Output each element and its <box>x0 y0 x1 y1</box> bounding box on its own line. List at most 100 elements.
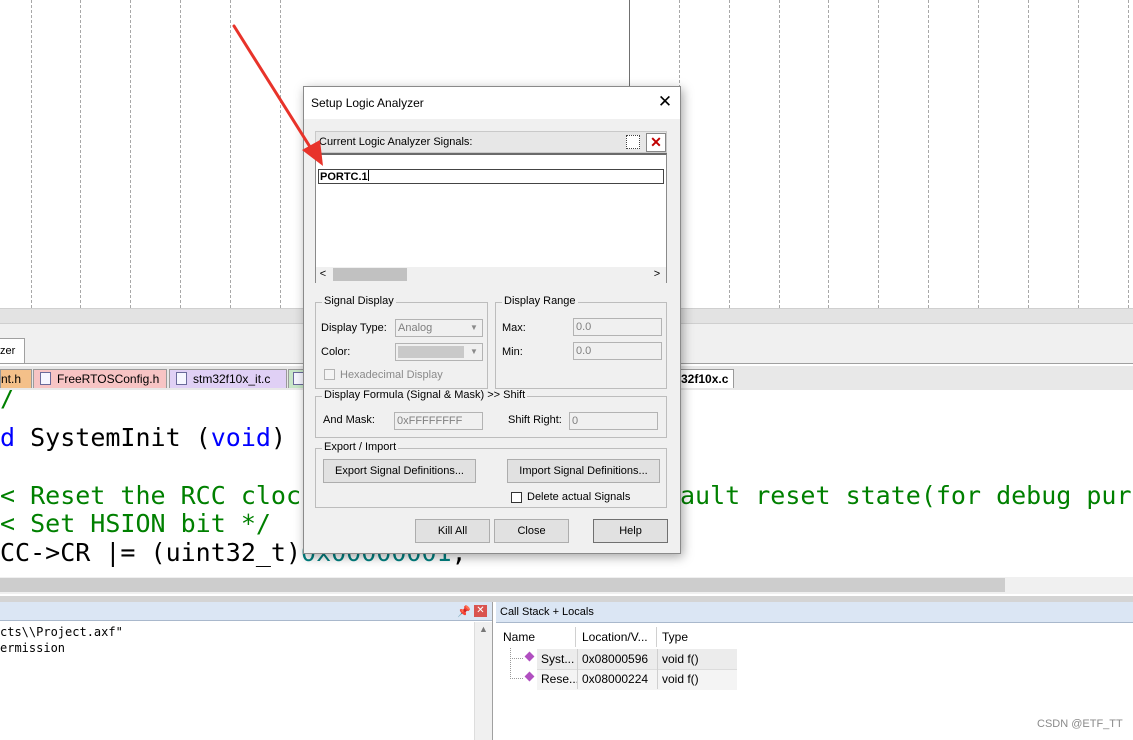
close-button[interactable]: Close <box>494 519 569 543</box>
setup-logic-analyzer-dialog: Setup Logic Analyzer ✕ Current Logic Ana… <box>303 86 681 554</box>
delete-actual-signals-checkbox[interactable] <box>511 492 522 503</box>
new-signal-icon[interactable] <box>626 135 640 149</box>
delete-signal-icon[interactable]: ✕ <box>646 133 666 152</box>
grid-line <box>31 0 32 308</box>
shift-right-label: Shift Right: <box>508 414 562 426</box>
hexadecimal-checkbox[interactable] <box>324 369 335 380</box>
color-label: Color: <box>321 346 351 358</box>
signals-scrollbar-thumb[interactable] <box>333 268 407 281</box>
tab-logic-analyzer[interactable]: zer <box>0 338 25 363</box>
and-mask-input[interactable]: 0xFFFFFFFF <box>394 412 483 430</box>
code-line: ault reset state(for debug purp <box>680 481 1133 510</box>
display-type-select[interactable]: Analog ▼ <box>395 319 483 337</box>
display-type-label: Display Type: <box>321 322 387 334</box>
export-import-group: Export / Import Export Signal Definition… <box>315 441 667 508</box>
scroll-right-icon[interactable]: > <box>650 268 664 281</box>
import-signal-definitions-button[interactable]: Import Signal Definitions... <box>507 459 660 483</box>
group-title: Signal Display <box>322 295 396 307</box>
grid-line <box>779 0 780 308</box>
help-button[interactable]: Help <box>593 519 668 543</box>
grid-line <box>130 0 131 308</box>
kill-all-button[interactable]: Kill All <box>415 519 490 543</box>
code-line: < Reset the RCC clock <box>0 481 317 510</box>
signal-value: PORTC.1 <box>320 171 368 183</box>
tab-label: FreeRTOSConfig.h <box>57 372 160 386</box>
callstack-title: Call Stack + Locals <box>496 602 1133 623</box>
grid-line <box>180 0 181 308</box>
grid-line <box>878 0 879 308</box>
grid-line <box>828 0 829 308</box>
grid-line <box>230 0 231 308</box>
code-line: < Set HSION bit */ <box>0 509 271 538</box>
max-label: Max: <box>502 322 526 334</box>
tab-label: 32f10x.c <box>681 372 729 386</box>
color-swatch <box>398 346 464 358</box>
function-icon <box>524 671 535 682</box>
min-label: Min: <box>502 346 523 358</box>
group-title: Display Range <box>502 295 578 307</box>
group-title: Export / Import <box>322 441 399 453</box>
chevron-down-icon: ▼ <box>470 347 478 356</box>
tab-file-active[interactable]: 32f10x.c <box>676 369 734 388</box>
close-icon[interactable]: ✕ <box>474 605 487 617</box>
watermark: CSDN @ETF_TT <box>1037 718 1123 730</box>
column-header-location[interactable]: Location/V... <box>577 627 657 647</box>
grid-line <box>1128 0 1129 308</box>
signal-display-group: Signal Display Display Type: Analog ▼ Col… <box>315 295 488 389</box>
dialog-title: Setup Logic Analyzer <box>311 96 424 110</box>
code-line: / <box>0 390 16 412</box>
grid-line <box>729 0 730 308</box>
callstack-name: Syst... <box>541 652 575 666</box>
chevron-down-icon: ▼ <box>470 323 478 332</box>
pin-icon[interactable]: 📌 <box>457 605 471 618</box>
signals-label: Current Logic Analyzer Signals: <box>319 136 473 148</box>
callstack-type: void f() <box>657 649 737 669</box>
hexadecimal-label: Hexadecimal Display <box>340 369 443 381</box>
callstack-location: 0x08000224 <box>577 669 657 689</box>
group-title: Display Formula (Signal & Mask) >> Shift <box>322 389 528 401</box>
display-range-group: Display Range Max: 0.0 Min: 0.0 <box>495 295 667 389</box>
signal-edit-field[interactable]: PORTC.1 <box>318 169 664 184</box>
tab-label: zer <box>0 345 16 357</box>
text-cursor <box>367 170 369 181</box>
delete-actual-signals-label: Delete actual Signals <box>527 491 631 503</box>
file-icon <box>176 372 187 385</box>
grid-line <box>1028 0 1029 308</box>
tree-connector <box>510 658 523 679</box>
grid-line <box>1078 0 1079 308</box>
command-scrollbar[interactable]: ▲ <box>474 622 492 740</box>
file-icon <box>40 372 51 385</box>
tab-file[interactable]: stm32f10x_it.c <box>169 369 287 388</box>
min-input[interactable]: 0.0 <box>573 342 662 360</box>
function-icon <box>524 651 535 662</box>
scroll-left-icon[interactable]: < <box>316 268 330 281</box>
tab-label: stm32f10x_it.c <box>193 372 271 386</box>
tab-file[interactable]: FreeRTOSConfig.h <box>33 369 167 388</box>
column-header-type[interactable]: Type <box>657 627 737 647</box>
code-line: d SystemInit (void) <box>0 423 287 452</box>
close-icon[interactable]: ✕ <box>656 93 674 111</box>
command-output-line: ermission <box>0 641 66 655</box>
signals-list[interactable]: PORTC.1 < > <box>315 153 667 283</box>
color-select[interactable]: ▼ <box>395 343 483 361</box>
callstack-name: Rese... <box>541 672 577 686</box>
callstack-type: void f() <box>657 669 737 689</box>
callstack-location: 0x08000596 <box>577 649 657 669</box>
grid-line <box>80 0 81 308</box>
and-mask-label: And Mask: <box>323 414 375 426</box>
column-header-name[interactable]: Name <box>498 627 576 647</box>
tab-file[interactable]: nt.h <box>0 369 32 388</box>
signals-header: Current Logic Analyzer Signals: ✕ <box>315 131 667 153</box>
grid-line <box>928 0 929 308</box>
grid-line <box>978 0 979 308</box>
tab-label: nt.h <box>1 372 22 386</box>
max-input[interactable]: 0.0 <box>573 318 662 336</box>
grid-line <box>280 0 281 308</box>
export-signal-definitions-button[interactable]: Export Signal Definitions... <box>323 459 476 483</box>
editor-scrollbar-thumb[interactable] <box>0 578 1005 592</box>
command-pane-title <box>0 602 492 621</box>
shift-right-input[interactable]: 0 <box>569 412 658 430</box>
command-pane[interactable]: cts\\Project.axf" ermission <box>0 602 493 740</box>
display-formula-group: Display Formula (Signal & Mask) >> Shift… <box>315 389 667 438</box>
command-output-line: cts\\Project.axf" <box>0 625 123 639</box>
